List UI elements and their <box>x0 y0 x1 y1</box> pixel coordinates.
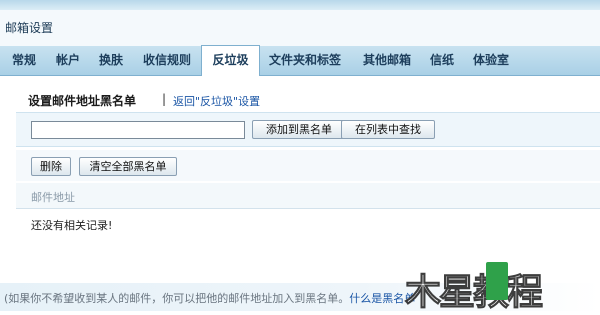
delete-button[interactable]: 删除 <box>31 157 71 176</box>
list-column-header: 邮件地址 <box>16 183 600 209</box>
tab-mail-rules[interactable]: 收信规则 <box>134 46 200 75</box>
page-title: 邮箱设置 <box>5 21 54 35</box>
section-title: 设置邮件地址黑名单 <box>28 94 137 108</box>
tab-account[interactable]: 帐户 <box>48 46 88 75</box>
find-in-list-button[interactable]: 在列表中查找 <box>341 120 435 139</box>
watermark-logo-text: 木星教程 <box>404 272 543 314</box>
tab-other-mailboxes[interactable]: 其他邮箱 <box>355 46 419 75</box>
tab-skin[interactable]: 换肤 <box>91 46 131 75</box>
settings-header: 邮箱设置 <box>0 10 600 46</box>
tab-general[interactable]: 常规 <box>4 46 44 75</box>
tab-antispam[interactable]: 反垃圾 <box>201 45 260 76</box>
tab-stationery[interactable]: 信纸 <box>425 46 459 75</box>
list-actions-toolbar: 删除 清空全部黑名单 <box>16 150 600 181</box>
email-address-column: 邮件地址 <box>31 191 75 204</box>
email-address-input[interactable] <box>31 121 245 139</box>
add-address-toolbar: 添加到黑名单 在列表中查找 <box>16 112 600 147</box>
empty-list-message: 还没有相关记录! <box>31 219 113 232</box>
tab-folders-labels[interactable]: 文件夹和标签 <box>262 46 348 75</box>
return-antispam-link[interactable]: 返回"反垃圾"设置 <box>173 93 260 109</box>
footer-text: (如果你不希望收到某人的邮件，你可以把他的邮件地址加入到黑名单。 <box>4 292 350 305</box>
watermark-logo-icon <box>486 262 508 300</box>
footer-hint-text: (如果你不希望收到某人的邮件，你可以把他的邮件地址加入到黑名单。什么是黑名单 <box>4 290 415 306</box>
title-separator: | <box>162 92 167 106</box>
top-strip <box>0 0 600 10</box>
add-to-blacklist-button[interactable]: 添加到黑名单 <box>252 120 346 139</box>
tab-labs[interactable]: 体验室 <box>466 46 516 75</box>
clear-all-blacklist-button[interactable]: 清空全部黑名单 <box>79 157 177 176</box>
settings-tab-bar: 常规 帐户 换肤 收信规则 反垃圾 文件夹和标签 其他邮箱 信纸 体验室 <box>0 45 600 76</box>
